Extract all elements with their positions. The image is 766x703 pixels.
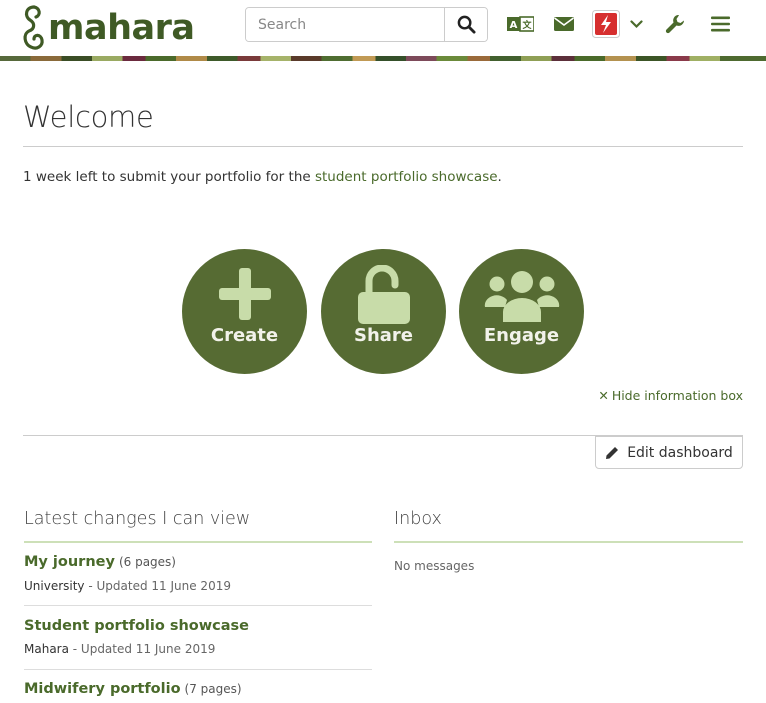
page-count: (6 pages) (118, 555, 176, 569)
chevron-down-icon (629, 19, 643, 28)
list-item-title[interactable]: Midwifery portfolio (7 pages) (24, 681, 242, 697)
owner-name: Mahara (24, 642, 69, 656)
list-item-meta: University - Updated 11 June 2019 (24, 579, 231, 593)
page-title: Welcome (23, 100, 154, 134)
inbox-title: Inbox (394, 509, 442, 529)
plus-icon (218, 268, 271, 320)
latest-changes-title: Latest changes I can view (24, 509, 251, 529)
create-action-label: Create (210, 325, 279, 346)
close-icon: ✕ (598, 388, 609, 403)
svg-text:文: 文 (521, 19, 532, 31)
user-menu-toggle[interactable] (628, 11, 644, 37)
menu-icon (710, 16, 730, 32)
hide-info-label: Hide information box (611, 388, 743, 403)
list-divider (24, 605, 372, 606)
users-icon (484, 271, 559, 322)
search-button[interactable] (444, 8, 487, 41)
language-icon: A 文 (506, 16, 534, 32)
koru-logo-icon (23, 5, 44, 50)
showcase-link[interactable]: student portfolio showcase (315, 169, 498, 185)
search-icon (457, 15, 476, 34)
updated-date: - Updated 11 June 2019 (68, 642, 216, 656)
language-button[interactable]: A 文 (506, 11, 534, 37)
edit-dashboard-button[interactable]: Edit dashboard (595, 436, 743, 469)
logo-text: mahara (48, 8, 195, 48)
updated-date: - Updated 11 June 2019 (84, 579, 231, 593)
hide-info-box-link[interactable]: ✕ Hide information box (598, 388, 743, 403)
latest-changes-rule (24, 541, 372, 543)
share-action-button[interactable]: Share (321, 249, 446, 374)
mahara-logo[interactable]: mahara (22, 4, 195, 52)
engage-action-label: Engage (483, 325, 560, 346)
mail-icon (554, 17, 574, 31)
owner-name: University (24, 579, 85, 593)
share-action-label: Share (353, 325, 413, 346)
svg-text:A: A (509, 20, 517, 31)
notice-suffix: . (497, 169, 502, 185)
list-divider (24, 669, 372, 670)
search-input[interactable] (246, 8, 444, 41)
main-menu-button[interactable] (709, 11, 731, 37)
engage-action-button[interactable]: Engage (459, 249, 584, 374)
wrench-icon (665, 15, 684, 34)
inbox-rule (394, 541, 743, 543)
notice-text: 1 week left to submit your portfolio for… (23, 169, 315, 185)
title-divider (23, 146, 743, 147)
page-count: (7 pages) (184, 682, 242, 696)
edit-dashboard-label: Edit dashboard (627, 444, 733, 461)
pencil-icon (606, 446, 619, 459)
portfolio-link[interactable]: Midwifery portfolio (24, 681, 181, 697)
list-item-title[interactable]: Student portfolio showcase (24, 618, 253, 634)
create-action-button[interactable]: Create (182, 249, 307, 374)
unlock-icon (357, 265, 410, 324)
portfolio-link[interactable]: Student portfolio showcase (24, 618, 249, 634)
admin-button[interactable] (664, 11, 686, 37)
user-menu-button[interactable] (592, 10, 620, 38)
header-decorative-stripe (0, 56, 766, 61)
site-header: mahara A 文 (0, 0, 766, 56)
list-item-title[interactable]: My journey (6 pages) (24, 554, 176, 570)
inbox-empty-text: No messages (394, 559, 475, 573)
search-box (245, 7, 488, 42)
deadline-notice: 1 week left to submit your portfolio for… (23, 169, 502, 185)
list-item-meta: Mahara - Updated 11 June 2019 (24, 642, 215, 656)
user-avatar-icon (592, 10, 620, 38)
inbox-button[interactable] (553, 11, 575, 37)
portfolio-link[interactable]: My journey (24, 554, 115, 570)
